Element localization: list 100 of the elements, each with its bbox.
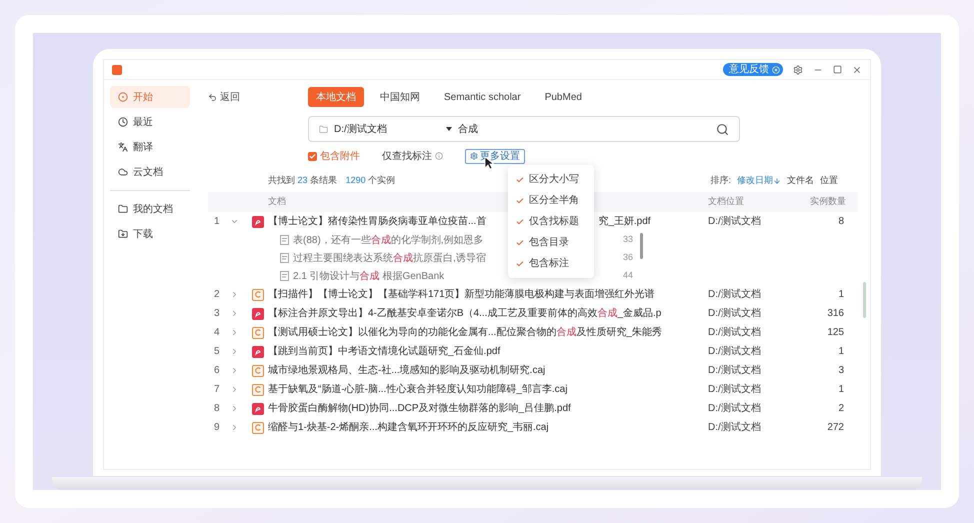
- check-icon: [516, 176, 524, 184]
- feedback-button[interactable]: 意见反馈: [723, 63, 783, 76]
- settings-icon: [470, 152, 478, 160]
- text-snippet-icon: [280, 235, 289, 245]
- caj-file-icon: [252, 364, 264, 376]
- check-icon: [516, 260, 524, 268]
- info-icon: [435, 152, 443, 160]
- document-title[interactable]: 【测试用硕士论文】以催化为导向的功能化金属有...配位聚合物的合成及性质研究_朱能秀: [268, 325, 662, 340]
- sidebar-item[interactable]: 我的文档: [110, 198, 190, 220]
- caj-file-icon: [252, 288, 264, 300]
- row-number: 6: [213, 364, 221, 378]
- instance-count: 3: [837, 364, 845, 378]
- row-number: 1: [213, 215, 221, 229]
- chevron-right-icon[interactable]: [230, 347, 239, 356]
- app-logo: [112, 64, 122, 74]
- chevron-down-icon[interactable]: [230, 217, 239, 226]
- chevron-right-icon[interactable]: [230, 290, 239, 299]
- sidebar-icon: [118, 167, 128, 177]
- document-title[interactable]: 基于缺氧及“肠道-心脏-脑...性心衰合并轻度认知功能障碍_邹言李.caj: [268, 382, 568, 397]
- settings-icon[interactable]: [793, 64, 803, 74]
- sidebar-icon: [118, 92, 128, 102]
- menu-item[interactable]: 仅含找标题: [508, 211, 594, 232]
- row-number: 2: [213, 288, 221, 302]
- document-title[interactable]: 牛骨胶蛋白酶解物(HD)协同...DCP及对微生物群落的影响_吕佳鹏.pdf: [268, 401, 571, 416]
- sidebar-icon: [118, 117, 128, 127]
- pdf-file-icon: [252, 346, 264, 358]
- document-location: D:/测试文档: [708, 364, 762, 378]
- sidebar-item[interactable]: 最近: [110, 111, 190, 133]
- instance-count: 272: [826, 421, 845, 435]
- document-location: D:/测试文档: [708, 402, 762, 416]
- chevron-right-icon[interactable]: [230, 404, 239, 413]
- scrollbar-thumb[interactable]: [863, 282, 866, 318]
- back-button[interactable]: 返回: [208, 90, 308, 104]
- caret-icon[interactable]: [446, 127, 452, 131]
- source-tab[interactable]: PubMed: [536, 87, 590, 107]
- sort-option[interactable]: 文件名: [787, 174, 814, 188]
- chevron-right-icon[interactable]: [230, 309, 239, 318]
- check-icon: [516, 218, 524, 226]
- menu-item[interactable]: 区分全半角: [508, 190, 594, 211]
- instance-count: 316: [826, 307, 845, 321]
- document-title[interactable]: 城市绿地景观格局、生态-社...境感知的影响及驱动机制研究.caj: [268, 363, 546, 378]
- sidebar-item[interactable]: 下载: [110, 223, 190, 245]
- checkbox[interactable]: [308, 152, 317, 160]
- source-tab[interactable]: Semantic scholar: [436, 87, 529, 107]
- chevron-right-icon[interactable]: [230, 385, 239, 394]
- search-query[interactable]: 合成: [458, 122, 710, 136]
- document-location: D:/测试文档: [708, 306, 762, 321]
- menu-item[interactable]: 包含标注: [508, 253, 594, 274]
- arrow-down-icon: [773, 177, 781, 185]
- caj-file-icon: [252, 326, 264, 338]
- instance-count: 1: [837, 288, 845, 302]
- document-title[interactable]: 【博士论文】猪传染性胃肠炎病毒亚单位疫苗...首: [268, 214, 486, 229]
- close-icon: [772, 66, 780, 74]
- document-title[interactable]: 【跳到当前页】中考语文情境化试题研究_石金仙.pdf: [268, 344, 500, 359]
- instance-count: 125: [826, 326, 845, 340]
- sort-label: 排序:: [710, 174, 731, 188]
- sort-option[interactable]: 位置: [820, 174, 838, 188]
- maximize-icon[interactable]: [833, 65, 842, 74]
- match-snippet[interactable]: 表(88)，还有一些合成的化学制剂,例如恩多: [293, 232, 484, 248]
- document-title[interactable]: 【扫描件】【博士论文】【基础学科171页】新型功能薄膜电极构建与表面增强红外光谱: [268, 287, 655, 302]
- chevron-right-icon[interactable]: [230, 423, 239, 432]
- pdf-file-icon: [252, 402, 264, 414]
- row-number: 5: [213, 345, 221, 359]
- option-label[interactable]: 仅查找标注: [382, 148, 432, 164]
- sidebar-item[interactable]: 云文档: [110, 161, 190, 183]
- match-snippet[interactable]: 2.1 引物设计与合成 根据GenBank: [293, 268, 444, 284]
- chevron-right-icon[interactable]: [230, 328, 239, 337]
- close-icon[interactable]: [852, 64, 862, 74]
- document-title[interactable]: 缩醛与1-炔基-2-烯酮亲...构建含氧环开环环的反应研究_韦丽.caj: [268, 420, 549, 435]
- row-number: 4: [213, 326, 221, 340]
- source-tab[interactable]: 中国知网: [372, 87, 428, 107]
- chevron-right-icon[interactable]: [230, 366, 239, 375]
- check-icon: [516, 238, 524, 246]
- document-location: D:/测试文档: [708, 326, 762, 340]
- document-title[interactable]: 究_王妍.pdf: [598, 214, 651, 229]
- caj-file-icon: [252, 384, 264, 396]
- folder-path[interactable]: D:/测试文档: [334, 122, 440, 136]
- match-snippet[interactable]: 过程主要围绕表达系统合成抗原蛋白,诱导宿: [293, 250, 486, 266]
- sidebar-item[interactable]: 翻译: [110, 136, 190, 158]
- menu-item[interactable]: 区分大小写: [508, 169, 594, 190]
- instance-count: 2: [837, 402, 845, 416]
- folder-icon: [118, 229, 128, 239]
- folder-icon: [319, 124, 328, 134]
- menu-item[interactable]: 包含目录: [508, 232, 594, 253]
- row-number: 7: [213, 383, 221, 397]
- search-icon[interactable]: [716, 122, 729, 136]
- sort-option[interactable]: 修改日期: [737, 174, 781, 188]
- instance-count: 1: [837, 345, 845, 359]
- scrollbar-thumb[interactable]: [640, 233, 643, 259]
- document-title[interactable]: 【标注合并原文导出】4-乙酰基安卓奎诺尔B（4...成工艺及重要前体的高效合成_金威品.p: [268, 306, 662, 321]
- caj-file-icon: [252, 422, 264, 434]
- document-location: D:/测试文档: [708, 382, 762, 397]
- pdf-file-icon: [252, 308, 264, 320]
- sidebar-icon: [118, 142, 128, 152]
- back-icon: [208, 92, 217, 102]
- row-number: 3: [213, 307, 221, 321]
- page-number: 36: [623, 251, 634, 264]
- row-number: 8: [213, 402, 221, 416]
- instance-count: 1: [837, 383, 845, 397]
- page-number: 44: [623, 269, 634, 282]
